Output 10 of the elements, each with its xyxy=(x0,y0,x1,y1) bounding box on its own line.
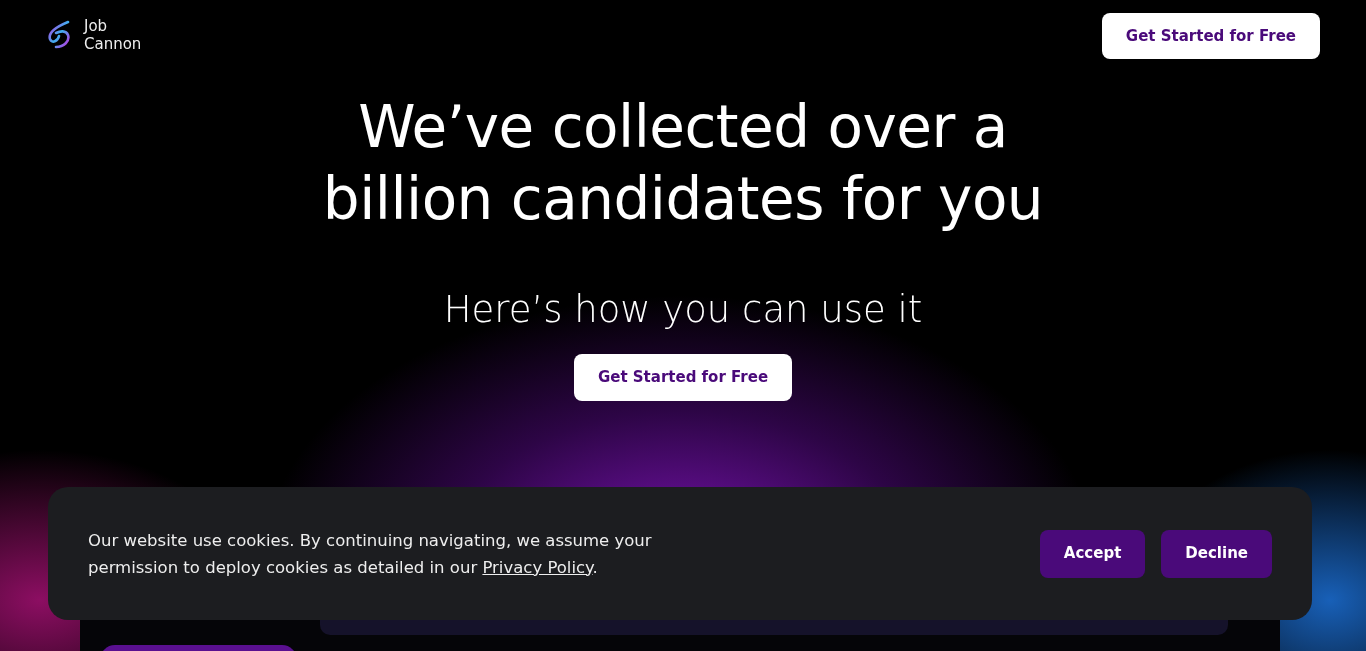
logo-text: Cannon xyxy=(84,35,142,53)
logo-text: Job xyxy=(84,17,109,35)
accept-button[interactable]: Accept xyxy=(1039,529,1146,578)
hero-subtitle: Here’s how you can use it xyxy=(442,287,924,333)
privacy-policy-link[interactable]: Privacy Policy xyxy=(482,557,593,577)
get-started-button[interactable]: Get Started for Free xyxy=(1101,13,1320,59)
cookie-message: Our website use cookies. By continuing navigating, we assume your permission to deploy cookies as detailed in our Privacy Policy. xyxy=(88,529,653,579)
hero-title: We’ve collected over a billion candidates for you xyxy=(321,92,1045,235)
get-started-button[interactable]: Get Started for Free xyxy=(573,353,793,401)
decline-button[interactable]: Decline xyxy=(1161,529,1272,578)
